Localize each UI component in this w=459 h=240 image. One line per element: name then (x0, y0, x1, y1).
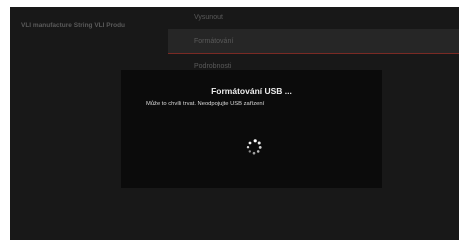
menu-item-format[interactable]: Formátování (194, 38, 233, 45)
selected-menu-underline (168, 53, 459, 55)
menu-item-details[interactable]: Podrobnosti (194, 63, 231, 70)
menu-item-eject[interactable]: Vysunout (194, 14, 223, 21)
format-progress-dialog: Formátování USB ... Může to chvíli trvat… (121, 70, 382, 188)
dialog-message: Může to chvíli trvat. Neodpojujte USB za… (146, 101, 265, 107)
dialog-title: Formátování USB ... (211, 86, 292, 96)
loading-spinner-icon (246, 139, 262, 155)
tv-screen: VLI manufacture String VLI Produ Vysunou… (10, 7, 459, 240)
device-name-label: VLI manufacture String VLI Produ (21, 22, 126, 29)
